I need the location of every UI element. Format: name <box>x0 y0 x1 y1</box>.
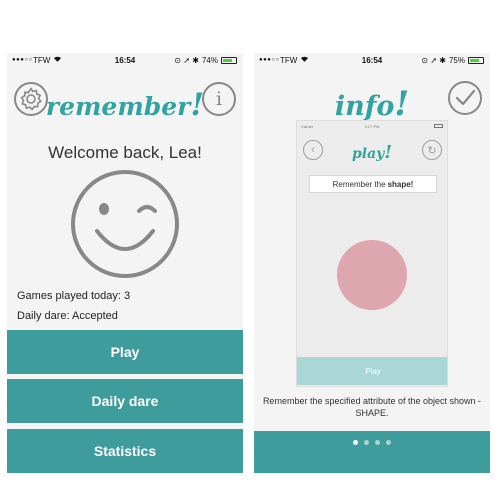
preview-title-text: play <box>351 146 385 162</box>
battery-percent: 74% <box>201 56 218 65</box>
page-dot[interactable] <box>375 440 380 445</box>
refresh-button[interactable]: ↻ <box>422 140 442 160</box>
daily-dare-value: Accepted <box>72 310 118 322</box>
prompt-text: Remember the <box>332 179 386 189</box>
games-played-label: Games played today: <box>17 290 121 302</box>
done-button[interactable] <box>448 81 482 115</box>
status-bar: ●●●○○ TFW 16:54 ⊙ ➚ ✱ 74% <box>7 53 243 69</box>
battery-icon <box>468 57 484 64</box>
preview-status-bar: Carrier 3:27 PM <box>297 124 447 132</box>
status-bar: ●●●○○ TFW 16:54 ⊙ ➚ ✱ 75% <box>254 53 490 69</box>
page-dot[interactable] <box>386 440 391 445</box>
daily-dare-label: Daily dare: <box>17 310 70 322</box>
play-button[interactable]: Play <box>7 330 243 374</box>
memory-shape <box>337 240 407 310</box>
logo-text: info <box>334 91 395 122</box>
preview-time: 3:27 PM <box>364 124 380 129</box>
preview-title-mark: ! <box>384 143 392 163</box>
preview-play-button[interactable]: Play <box>297 357 447 385</box>
daily-dare-line: Daily dare: Accepted <box>17 310 118 322</box>
refresh-icon: ↻ <box>427 144 437 157</box>
logo-text: remember <box>45 92 191 121</box>
page-indicator[interactable] <box>254 440 490 445</box>
info-caption: Remember the specified attribute of the … <box>262 396 482 418</box>
pagination-bar <box>254 431 490 473</box>
battery-percent: 75% <box>448 56 465 65</box>
status-icons: ⊙ ➚ ✱ <box>174 56 199 65</box>
statistics-button[interactable]: Statistics <box>7 429 243 473</box>
winking-face-icon <box>71 170 179 278</box>
prompt-attribute: shape! <box>387 179 414 189</box>
logo-mark: ! <box>394 83 410 123</box>
info-icon: i <box>215 88 223 110</box>
games-played-line: Games played today: 3 <box>17 290 130 302</box>
checkmark-icon <box>455 89 476 106</box>
welcome-title: Welcome back, Lea! <box>48 143 202 162</box>
games-played-value: 3 <box>124 290 131 302</box>
preview-battery-icon <box>434 124 443 128</box>
prompt-box: Remember the shape! <box>309 175 437 193</box>
page-dot[interactable] <box>364 440 369 445</box>
info-screen: ●●●○○ TFW 16:54 ⊙ ➚ ✱ 75% info! Carrier … <box>254 53 490 473</box>
preview-screenshot: Carrier 3:27 PM ‹ play! ↻ Remember the s… <box>296 120 448 387</box>
info-button[interactable]: i <box>202 82 236 116</box>
battery-icon <box>221 57 237 64</box>
home-screen: ●●●○○ TFW 16:54 ⊙ ➚ ✱ 74% remember! i We… <box>7 53 243 473</box>
page-dot[interactable] <box>353 440 358 445</box>
daily-dare-button[interactable]: Daily dare <box>7 379 243 423</box>
status-icons: ⊙ ➚ ✱ <box>421 56 446 65</box>
